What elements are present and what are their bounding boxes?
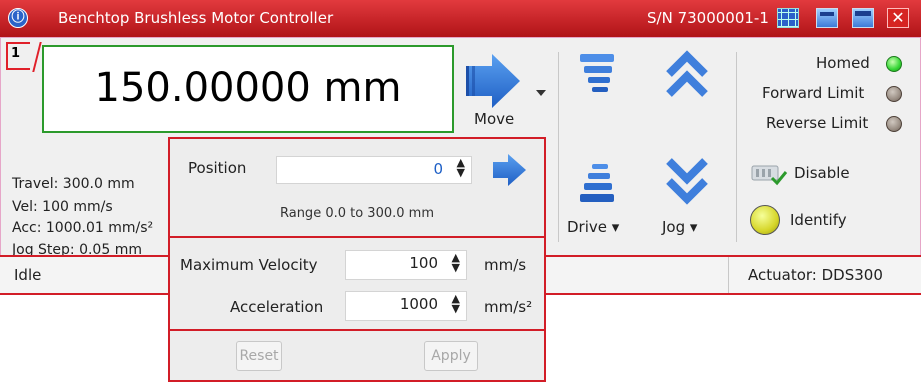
spin-arrows-icon[interactable]: ▲ ▼ bbox=[452, 293, 460, 314]
maximize-panel-icon[interactable] bbox=[852, 8, 874, 28]
jog-reverse-button[interactable] bbox=[665, 155, 709, 205]
grid-view-icon[interactable] bbox=[777, 8, 799, 28]
move-label: Move bbox=[474, 110, 515, 128]
channel-tab[interactable]: 1 bbox=[6, 42, 30, 70]
drive-forward-icon bbox=[580, 54, 614, 92]
position-input-value: 0 bbox=[433, 160, 443, 178]
max-velocity-value: 100 bbox=[409, 254, 438, 272]
info-icon[interactable]: ⓘ bbox=[8, 8, 28, 28]
divider bbox=[558, 52, 559, 242]
double-chevron-down-icon bbox=[666, 158, 708, 205]
disable-label: Disable bbox=[794, 164, 850, 182]
homed-led-icon bbox=[886, 56, 902, 72]
travel-text: Travel: 300.0 mm bbox=[12, 176, 135, 192]
reverse-limit-label: Reverse Limit bbox=[766, 114, 869, 132]
section-divider bbox=[168, 236, 546, 238]
motor-disable-icon bbox=[751, 165, 788, 186]
spin-arrows-icon[interactable]: ▲ ▼ bbox=[452, 252, 460, 273]
acceleration-label: Acceleration bbox=[230, 298, 324, 316]
serial-number: S/N 73000001-1 bbox=[647, 9, 769, 27]
close-icon[interactable]: ✕ bbox=[887, 8, 909, 28]
section-divider bbox=[168, 329, 546, 331]
spin-arrows-icon[interactable]: ▲ ▼ bbox=[457, 157, 465, 178]
actuator-text: Actuator: DDS300 bbox=[748, 266, 883, 284]
velocity-text: Vel: 100 mm/s bbox=[12, 199, 113, 215]
acceleration-text: Acc: 1000.01 mm/s² bbox=[12, 220, 154, 236]
position-input[interactable]: 0 ▲ ▼ bbox=[276, 156, 472, 184]
drive-dropdown[interactable]: Drive ▾ bbox=[567, 218, 619, 236]
identify-button[interactable]: Identify bbox=[750, 205, 860, 239]
status-text: Idle bbox=[14, 266, 42, 284]
position-value: 150.00000 mm bbox=[94, 65, 402, 111]
forward-limit-led-icon bbox=[886, 86, 902, 102]
divider bbox=[736, 52, 737, 242]
jog-forward-button[interactable] bbox=[665, 50, 709, 100]
homed-label: Homed bbox=[816, 54, 870, 72]
acceleration-unit: mm/s² bbox=[484, 298, 533, 316]
arrow-right-icon bbox=[466, 54, 520, 108]
drive-reverse-button[interactable] bbox=[578, 160, 618, 206]
reset-button[interactable]: Reset bbox=[236, 341, 282, 371]
double-chevron-up-icon bbox=[666, 50, 708, 97]
max-velocity-input[interactable]: 100 ▲ ▼ bbox=[345, 250, 467, 280]
window-title: Benchtop Brushless Motor Controller bbox=[58, 9, 334, 27]
chevron-down-icon bbox=[536, 90, 546, 96]
drive-reverse-icon bbox=[580, 164, 614, 202]
identify-label: Identify bbox=[790, 211, 847, 229]
position-display: 150.00000 mm bbox=[42, 45, 454, 133]
divider bbox=[728, 257, 729, 293]
go-arrow-icon[interactable] bbox=[492, 154, 528, 186]
max-velocity-unit: mm/s bbox=[484, 256, 527, 274]
apply-button[interactable]: Apply bbox=[424, 341, 478, 371]
acceleration-value: 1000 bbox=[399, 295, 438, 313]
max-velocity-label: Maximum Velocity bbox=[180, 256, 318, 274]
range-text: Range 0.0 to 300.0 mm bbox=[279, 206, 434, 221]
reverse-limit-led-icon bbox=[886, 116, 902, 132]
acceleration-input[interactable]: 1000 ▲ ▼ bbox=[345, 291, 467, 321]
title-bar: ⓘ Benchtop Brushless Motor Controller S/… bbox=[0, 0, 921, 37]
jog-dropdown[interactable]: Jog ▾ bbox=[662, 218, 697, 236]
minimize-panel-icon[interactable] bbox=[816, 8, 838, 28]
identify-led-icon bbox=[750, 205, 780, 235]
disable-button[interactable]: Disable bbox=[750, 160, 860, 190]
position-label: Position bbox=[188, 159, 247, 177]
forward-limit-label: Forward Limit bbox=[762, 84, 865, 102]
drive-forward-button[interactable] bbox=[578, 52, 618, 98]
